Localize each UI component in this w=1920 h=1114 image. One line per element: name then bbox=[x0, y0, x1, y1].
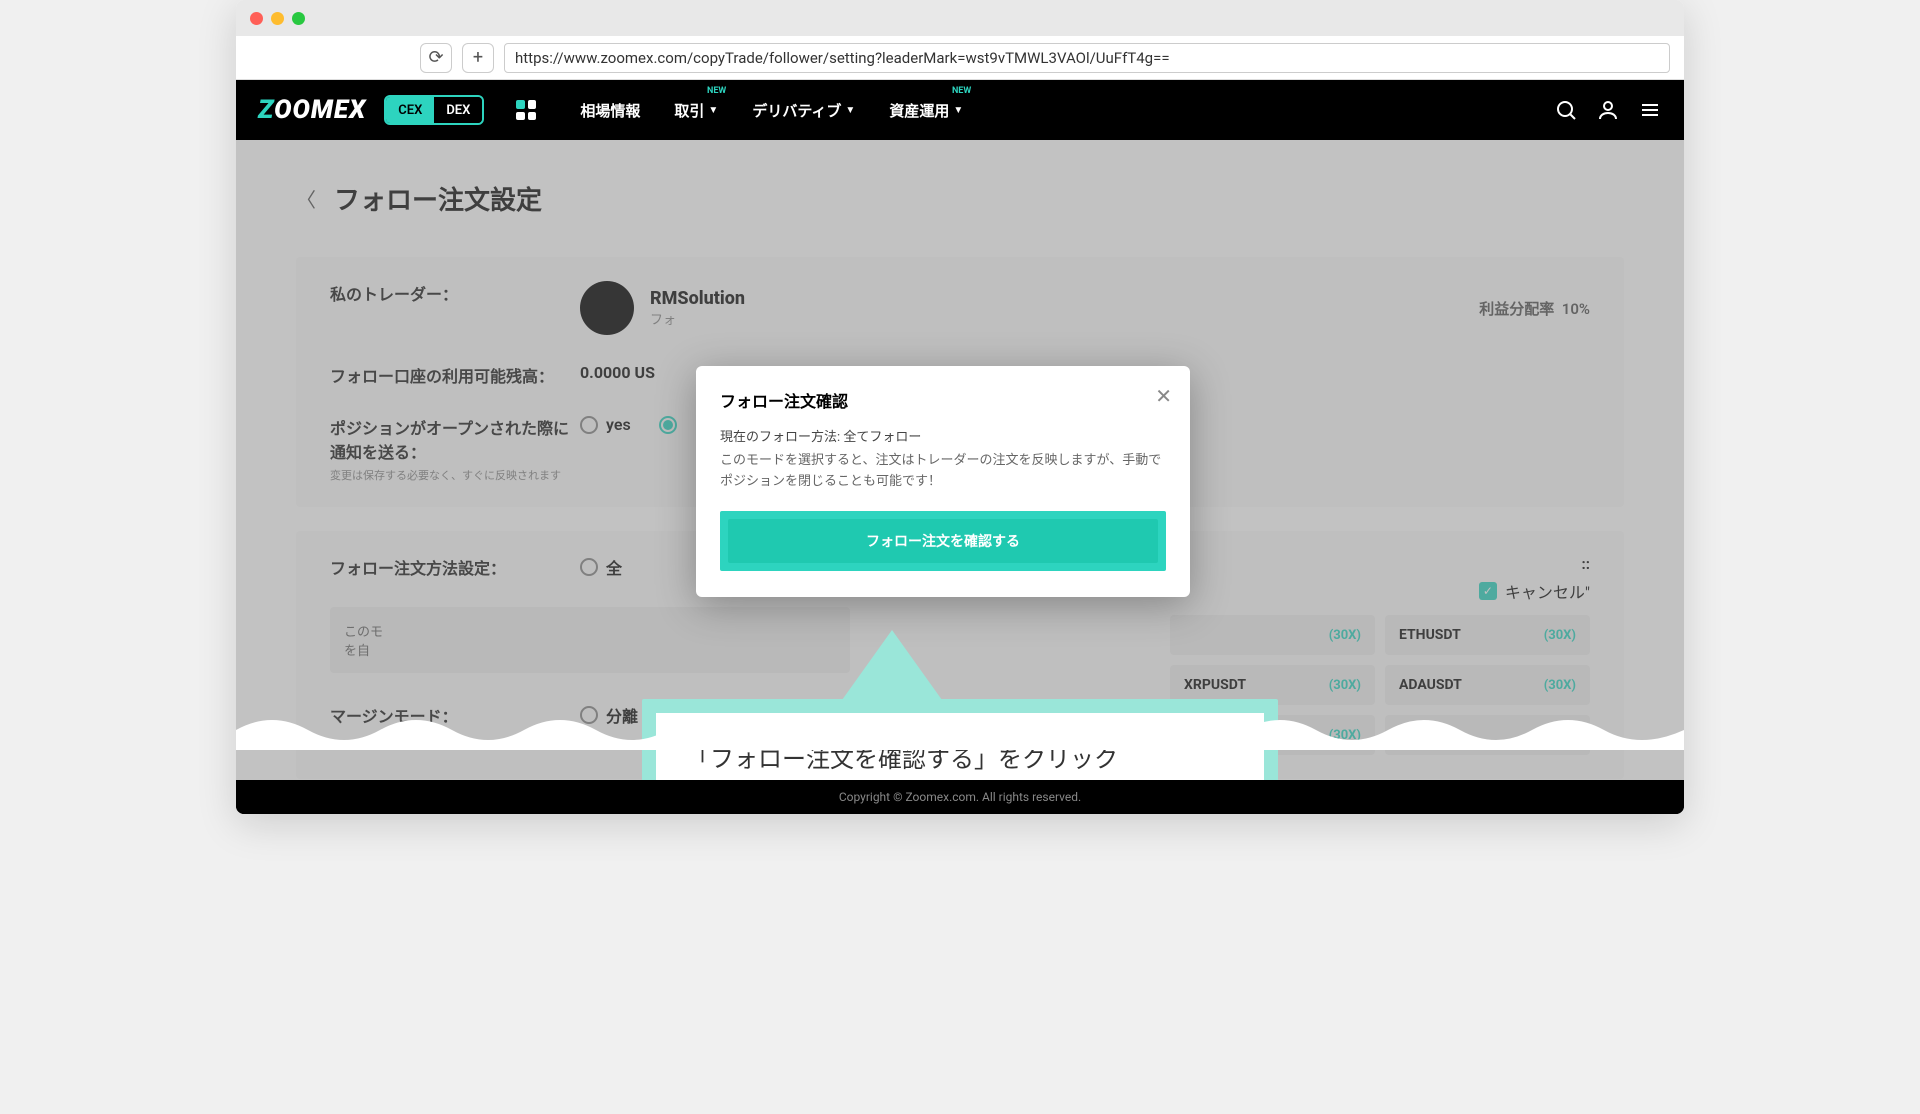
callout-arrow-icon bbox=[842, 630, 942, 700]
contracts-header-tail: :: bbox=[1170, 555, 1590, 573]
profit-rate: 利益分配率 10% bbox=[1479, 298, 1590, 319]
radio-method-all[interactable] bbox=[580, 558, 598, 576]
confirm-modal: ✕ フォロー注文確認 現在のフォロー方法: 全てフォロー このモードを選択すると… bbox=[696, 366, 1190, 597]
trader-name: RMSolution bbox=[650, 288, 745, 309]
new-tab-button[interactable]: + bbox=[462, 43, 494, 73]
nav-links: 相場情報 取引▼NEW デリバティブ▼ 資産運用▼NEW bbox=[580, 100, 963, 121]
window-close-icon[interactable] bbox=[250, 12, 263, 25]
user-icon[interactable] bbox=[1596, 98, 1620, 122]
modal-title: フォロー注文確認 bbox=[720, 388, 1166, 412]
refresh-button[interactable]: ⟳ bbox=[420, 43, 452, 73]
new-badge: NEW bbox=[952, 86, 971, 96]
back-arrow-icon[interactable]: 〈 bbox=[296, 184, 316, 213]
footer-text: Copyright © Zoomex.com. All rights reser… bbox=[839, 790, 1081, 804]
page-header: 〈 フォロー注文設定 bbox=[296, 180, 1624, 217]
url-text: https://www.zoomex.com/copyTrade/followe… bbox=[515, 49, 1170, 67]
app-root: ZOOMEX CEX DEX 相場情報 取引▼NEW デリバティブ▼ 資産運用▼… bbox=[236, 80, 1684, 814]
balance-label: フォロー口座の利用可能残高： bbox=[330, 363, 580, 387]
modal-desc: このモードを選択すると、注文はトレーダーの注文を反映しますが、手動でポジションを… bbox=[720, 451, 1166, 493]
trader-label: 私のトレーダー： bbox=[330, 281, 580, 305]
modal-button-wrap: フォロー注文を確認する bbox=[720, 511, 1166, 571]
instruction-callout: 「フォロー注文を確認する」をクリック bbox=[642, 630, 1278, 780]
chevron-down-icon: ▼ bbox=[708, 105, 718, 116]
top-nav: ZOOMEX CEX DEX 相場情報 取引▼NEW デリバティブ▼ 資産運用▼… bbox=[236, 80, 1684, 140]
toggle-cex[interactable]: CEX bbox=[386, 97, 434, 123]
url-bar[interactable]: https://www.zoomex.com/copyTrade/followe… bbox=[504, 43, 1670, 73]
modal-method-line: 現在のフォロー方法: 全てフォロー bbox=[720, 426, 1166, 445]
trader-subtitle: フォ bbox=[650, 309, 745, 328]
radio-yes-label: yes bbox=[606, 415, 631, 434]
footer: Copyright © Zoomex.com. All rights reser… bbox=[236, 780, 1684, 814]
menu-icon[interactable] bbox=[1638, 98, 1662, 122]
toggle-dex[interactable]: DEX bbox=[434, 97, 482, 123]
logo-accent: Z bbox=[258, 95, 274, 125]
search-icon[interactable] bbox=[1554, 98, 1578, 122]
new-badge: NEW bbox=[707, 86, 726, 96]
close-icon[interactable]: ✕ bbox=[1155, 384, 1172, 408]
confirm-follow-button[interactable]: フォロー注文を確認する bbox=[728, 519, 1158, 563]
window-zoom-icon[interactable] bbox=[292, 12, 305, 25]
radio-no[interactable] bbox=[659, 416, 677, 434]
content-area: 〈 フォロー注文設定 私のトレーダー： RMSolution フォ bbox=[236, 140, 1684, 780]
apps-grid-icon[interactable] bbox=[516, 100, 536, 120]
torn-edge-decoration bbox=[236, 710, 1684, 750]
pair-item[interactable]: ADAUSDT(30X) bbox=[1385, 665, 1590, 705]
logo[interactable]: ZOOMEX bbox=[258, 95, 366, 125]
notify-label: ポジションがオープンされた際に通知を送る： 変更は保存する必要なく、すぐに反映さ… bbox=[330, 415, 580, 483]
nav-derivatives[interactable]: デリバティブ▼ bbox=[752, 100, 855, 121]
pair-item[interactable]: ETHUSDT(30X) bbox=[1385, 615, 1590, 655]
window-titlebar bbox=[236, 0, 1684, 36]
chevron-down-icon: ▼ bbox=[953, 105, 963, 116]
avatar bbox=[580, 281, 634, 335]
cex-dex-toggle[interactable]: CEX DEX bbox=[384, 95, 484, 125]
window-minimize-icon[interactable] bbox=[271, 12, 284, 25]
nav-market[interactable]: 相場情報 bbox=[580, 100, 640, 121]
page-title: フォロー注文設定 bbox=[334, 180, 542, 217]
checkbox-cancel[interactable]: ✓ bbox=[1479, 582, 1497, 600]
notify-radio-group: yes bbox=[580, 415, 677, 434]
trader-row: 私のトレーダー： RMSolution フォ 利益分配率 10% bbox=[330, 281, 1590, 335]
method-label: フォロー注文方法設定： bbox=[330, 555, 580, 579]
browser-window: ⟳ + https://www.zoomex.com/copyTrade/fol… bbox=[236, 0, 1684, 814]
nav-trade[interactable]: 取引▼NEW bbox=[674, 100, 718, 121]
cancel-label: キャンセル" bbox=[1505, 579, 1590, 603]
nav-wealth[interactable]: 資産運用▼NEW bbox=[889, 100, 963, 121]
chevron-down-icon: ▼ bbox=[845, 105, 855, 116]
balance-value: 0.0000 US bbox=[580, 363, 655, 382]
radio-yes[interactable] bbox=[580, 416, 598, 434]
radio-method-all-label: 全 bbox=[606, 555, 622, 579]
logo-rest: OOMEX bbox=[274, 95, 366, 125]
cancel-row: ✓ キャンセル" bbox=[1170, 579, 1590, 603]
notify-sublabel: 変更は保存する必要なく、すぐに反映されます bbox=[330, 467, 580, 483]
browser-toolbar: ⟳ + https://www.zoomex.com/copyTrade/fol… bbox=[236, 36, 1684, 80]
